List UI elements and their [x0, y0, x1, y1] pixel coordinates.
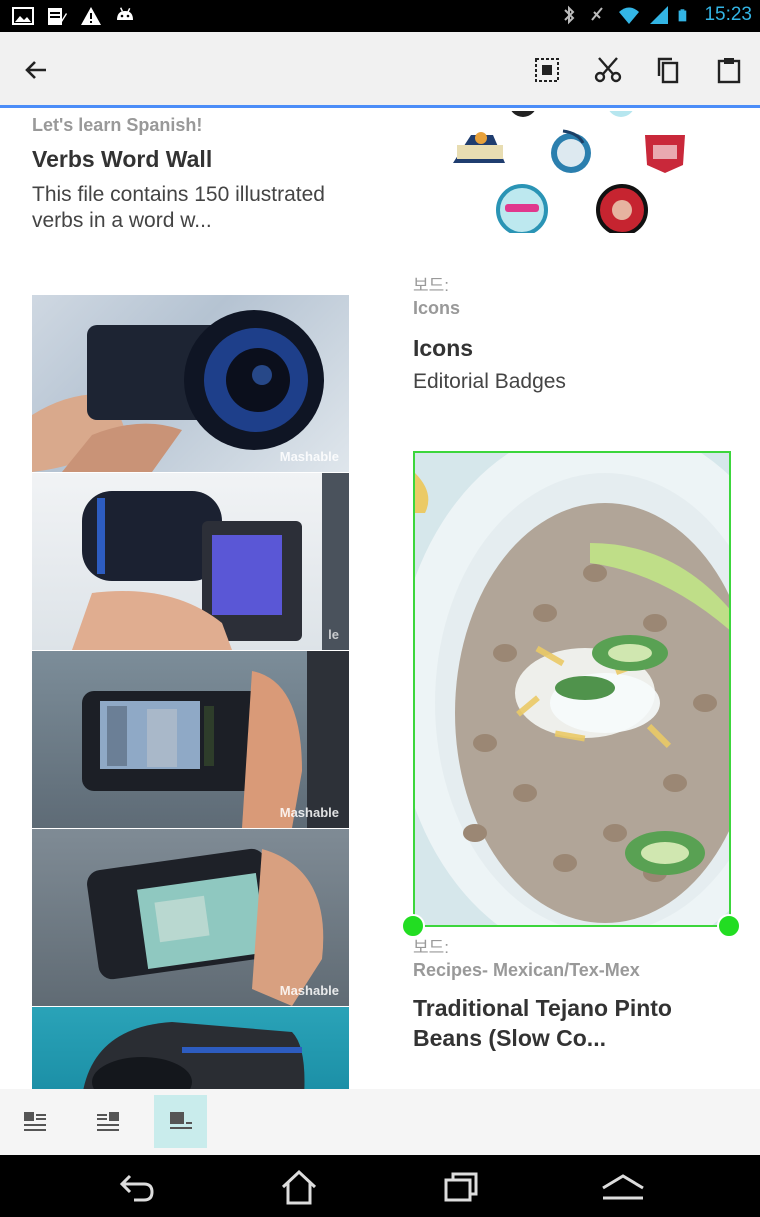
notes-icon — [48, 8, 67, 25]
watermark: Mashable — [279, 805, 339, 820]
shark-week-badge — [496, 184, 548, 233]
board-name: Let's learn Spanish! — [32, 115, 203, 135]
camera-photo — [32, 1007, 349, 1089]
nav-recents-button[interactable] — [440, 1167, 484, 1207]
board-label: 보드: — [413, 938, 450, 957]
pin-title: Icons — [413, 335, 474, 361]
cut-button[interactable] — [590, 52, 626, 88]
pin-card-beans[interactable]: 보드: Recipes- Mexican/Tex-Mex Traditional… — [413, 933, 731, 1053]
paste-button[interactable] — [711, 52, 747, 88]
home-icon — [281, 1169, 317, 1205]
mute-icon — [591, 7, 604, 21]
wifi-icon — [619, 7, 640, 24]
align-right-icon — [96, 1111, 119, 1131]
menu-up-icon — [602, 1174, 644, 1200]
align-bottom-icon — [169, 1111, 192, 1129]
pin-image-beans[interactable] — [413, 451, 731, 927]
board-name: Recipes- Mexican/Tex-Mex — [413, 960, 640, 980]
pin-card-camera[interactable]: Mashable le Mashable Mashable — [32, 295, 349, 1089]
warning-icon — [81, 7, 101, 25]
college-football-badge — [453, 132, 505, 163]
action-bar — [0, 32, 760, 108]
copy-icon — [657, 57, 679, 84]
nav-home-button[interactable] — [277, 1167, 321, 1207]
pin-card-verbs[interactable]: Let's learn Spanish! Verbs Word Wall Thi… — [32, 115, 350, 234]
status-time: 15:23 — [704, 4, 752, 25]
select-all-button[interactable] — [529, 52, 565, 88]
camera-photo: le — [32, 473, 349, 650]
cut-icon — [594, 57, 622, 83]
camera-photo: Mashable — [32, 295, 349, 472]
watermark: Mashable — [279, 983, 339, 998]
board-label: 보드: — [413, 276, 450, 295]
pin-description: This file contains 150 illustrated verbs… — [32, 183, 325, 232]
battery-icon — [679, 9, 687, 22]
nba-playoffs-badge — [645, 135, 685, 173]
status-bar: 15:23 — [0, 0, 760, 32]
align-bottom-button[interactable] — [154, 1095, 207, 1148]
nav-back-button[interactable] — [116, 1167, 160, 1207]
watermark: Mashable — [279, 449, 339, 464]
signal-icon — [650, 6, 669, 24]
gallery-icon — [12, 7, 34, 25]
align-right-button[interactable] — [81, 1095, 134, 1148]
pin-title: Verbs Word Wall — [32, 146, 213, 172]
nav-menu-button[interactable] — [598, 1167, 648, 1207]
camera-photo: Mashable — [32, 651, 349, 828]
select-all-icon — [535, 58, 559, 82]
back-button[interactable] — [18, 52, 54, 88]
bluetooth-icon — [564, 5, 575, 25]
camera-photo: Mashable — [32, 829, 349, 1006]
paste-icon — [717, 58, 741, 84]
pin-feed: Let's learn Spanish! Verbs Word Wall Thi… — [0, 111, 760, 1089]
align-left-button[interactable] — [8, 1095, 61, 1148]
copy-button[interactable] — [650, 52, 686, 88]
screen: 15:23 Let's learn Spanish! Verbs Word Wa… — [0, 0, 760, 1217]
pin-card-icons[interactable]: 보드: Icons Icons Editorial Badges — [413, 111, 731, 401]
layout-toolbar — [0, 1089, 760, 1155]
pin-title: Traditional Tejano Pinto Beans (Slow Co.… — [413, 995, 672, 1051]
arrow-left-icon — [25, 61, 46, 79]
back-nav-icon — [119, 1174, 154, 1202]
align-left-icon — [23, 1111, 46, 1131]
badges-image — [453, 111, 685, 233]
android-icon — [117, 7, 133, 20]
katrina-badge — [551, 129, 591, 173]
roundup-badge — [596, 184, 648, 233]
recents-icon — [444, 1172, 478, 1202]
pin-description: Editorial Badges — [413, 370, 566, 393]
system-nav-bar — [0, 1155, 760, 1217]
board-name: Icons — [413, 298, 461, 318]
